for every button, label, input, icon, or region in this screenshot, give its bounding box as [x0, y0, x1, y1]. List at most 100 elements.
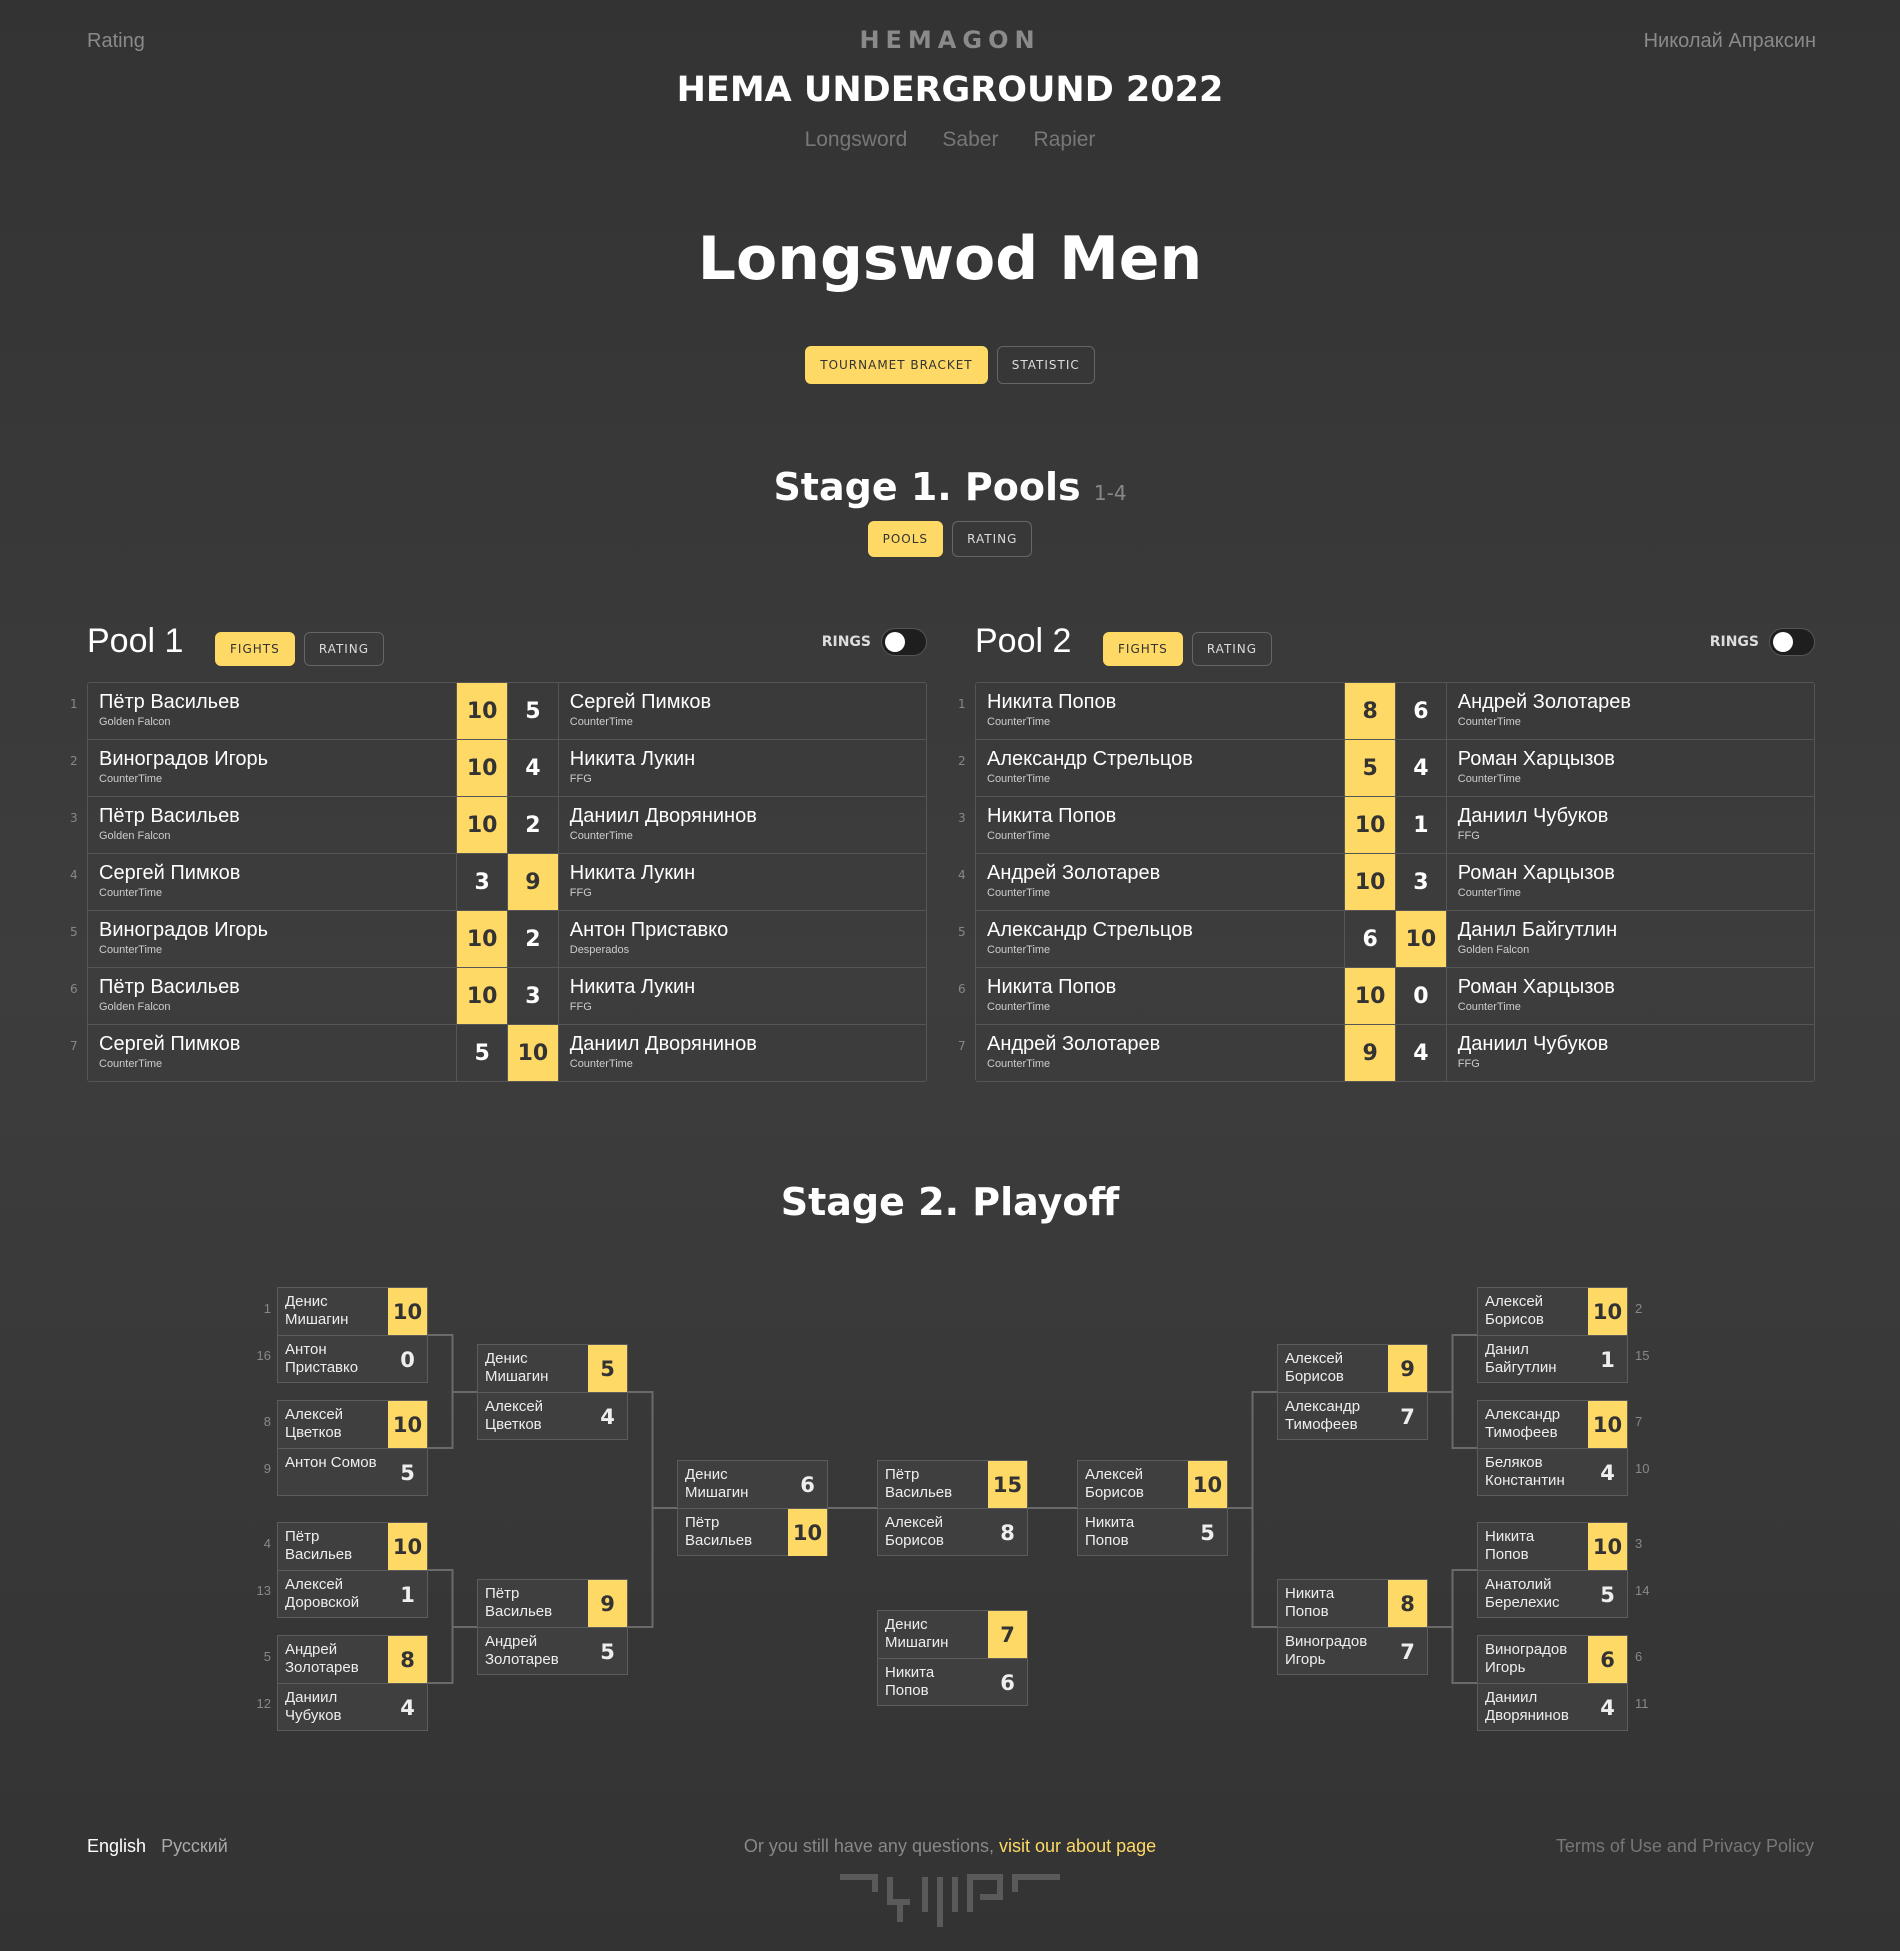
match-fighter-a[interactable]: Пётр Васильев 15 — [878, 1461, 1027, 1509]
seed-number: 14 — [1635, 1583, 1650, 1598]
match-fighter-b[interactable]: Даниил Чубуков 4 — [278, 1684, 427, 1731]
bracket-connector — [1451, 1334, 1477, 1449]
match-score: 4 — [1600, 1460, 1615, 1485]
match-fighter-a[interactable]: Алексей Борисов 10 — [1478, 1288, 1627, 1336]
match-fighter-b[interactable]: Беляков Константин 4 — [1478, 1449, 1627, 1496]
match-fighter-b[interactable]: Алексей Цветков 4 — [478, 1393, 627, 1440]
match-fighter-a[interactable]: Алексей Борисов 10 — [1078, 1461, 1227, 1509]
match-fighter-b[interactable]: Алексей Борисов 8 — [878, 1509, 1027, 1556]
match-fighter-a[interactable]: Никита Попов 10 — [1478, 1523, 1627, 1571]
match-score: 9 — [1388, 1345, 1427, 1392]
playoff-match[interactable]: Алексей Борисов 10 Никита Попов 5 — [1077, 1460, 1228, 1556]
match-fighter-a[interactable]: Александр Тимофеев 10 — [1478, 1401, 1627, 1449]
match-fighter-a[interactable]: Денис Мишагин 5 — [478, 1345, 627, 1393]
seed-number: 12 — [256, 1696, 271, 1711]
match-fighter-b[interactable]: Антон Сомов 5 — [278, 1449, 427, 1496]
match-fighter-b[interactable]: Алексей Доровской 1 — [278, 1571, 427, 1618]
match-fighter-b[interactable]: Александр Тимофеев 7 — [1278, 1393, 1427, 1440]
fighter-name: Беляков Константин — [1485, 1454, 1565, 1489]
match-fighter-b[interactable]: Антон Приставко 0 — [278, 1336, 427, 1383]
playoff-match[interactable]: Пётр Васильев 10 Алексей Доровской 1 — [277, 1522, 428, 1618]
match-score: 10 — [788, 1509, 827, 1556]
fighter-name: Алексей Борисов — [1285, 1350, 1344, 1385]
match-fighter-a[interactable]: Денис Мишагин 7 — [878, 1611, 1027, 1659]
fighter-name: Денис Мишагин — [885, 1616, 949, 1651]
fighter-name: Никита Попов — [1085, 1514, 1135, 1549]
about-page-link[interactable]: visit our about page — [999, 1836, 1156, 1856]
playoff-match[interactable]: Пётр Васильев 15 Алексей Борисов 8 — [877, 1460, 1028, 1556]
match-score: 6 — [800, 1472, 815, 1497]
fighter-name: Виноградов Игорь — [1285, 1633, 1368, 1668]
match-fighter-a[interactable]: Андрей Золотарев 8 — [278, 1636, 427, 1684]
match-score: 5 — [600, 1639, 615, 1664]
match-fighter-a[interactable]: Алексей Цветков 10 — [278, 1401, 427, 1449]
bracket-connector — [628, 1391, 654, 1628]
playoff-match[interactable]: Алексей Борисов 10 Данил Байгутлин 1 — [1477, 1287, 1628, 1383]
match-fighter-a[interactable]: Виноградов Игорь 6 — [1478, 1636, 1627, 1684]
fighter-name: Даниил Дворянинов — [1485, 1689, 1569, 1724]
fighter-name: Алексей Цветков — [485, 1398, 544, 1433]
fighter-name: Александр Тимофеев — [1285, 1398, 1361, 1433]
match-fighter-b[interactable]: Даниил Дворянинов 4 — [1478, 1684, 1627, 1731]
match-fighter-b[interactable]: Виноградов Игорь 7 — [1278, 1628, 1427, 1675]
seed-number: 10 — [1635, 1461, 1650, 1476]
playoff-match[interactable]: Алексей Борисов 9 Александр Тимофеев 7 — [1277, 1344, 1428, 1440]
playoff-match[interactable]: Никита Попов 10 Анатолий Берелехис 5 — [1477, 1522, 1628, 1618]
terms-link[interactable]: Terms of Use and Privacy Policy — [1556, 1836, 1814, 1857]
playoff-match[interactable]: Денис Мишагин 7 Никита Попов 6 — [877, 1610, 1028, 1706]
match-fighter-a[interactable]: Денис Мишагин 6 — [678, 1461, 827, 1509]
match-score: 5 — [400, 1460, 415, 1485]
match-score: 15 — [988, 1461, 1027, 1508]
match-score: 10 — [388, 1288, 427, 1335]
playoff-match[interactable]: Алексей Цветков 10 Антон Сомов 5 — [277, 1400, 428, 1496]
match-fighter-b[interactable]: Андрей Золотарев 5 — [478, 1628, 627, 1675]
seed-number: 11 — [1635, 1696, 1649, 1711]
match-fighter-a[interactable]: Пётр Васильев 10 — [278, 1523, 427, 1571]
fighter-name: Денис Мишагин — [285, 1293, 349, 1328]
match-score: 4 — [400, 1695, 415, 1720]
footer-question-text: Or you still have any questions, — [743, 1836, 1000, 1856]
seed-number: 2 — [1635, 1301, 1643, 1316]
match-score: 8 — [388, 1636, 427, 1683]
match-score: 6 — [1588, 1636, 1627, 1683]
match-score: 4 — [1600, 1695, 1615, 1720]
fighter-name: Никита Попов — [1485, 1528, 1535, 1563]
match-fighter-b[interactable]: Пётр Васильев 10 — [678, 1509, 827, 1556]
match-fighter-b[interactable]: Никита Попов 5 — [1078, 1509, 1227, 1556]
match-score: 8 — [1000, 1520, 1015, 1545]
seed-number: 9 — [263, 1461, 271, 1476]
playoff-match[interactable]: Александр Тимофеев 10 Беляков Константин 4 — [1477, 1400, 1628, 1496]
fighter-name: Алексей Доровской — [285, 1576, 360, 1611]
fighter-name: Андрей Золотарев — [485, 1633, 559, 1668]
match-fighter-b[interactable]: Анатолий Берелехис 5 — [1478, 1571, 1627, 1618]
playoff-match[interactable]: Никита Попов 8 Виноградов Игорь 7 — [1277, 1579, 1428, 1675]
playoff-match[interactable]: Денис Мишагин 5 Алексей Цветков 4 — [477, 1344, 628, 1440]
playoff-match[interactable]: Пётр Васильев 9 Андрей Золотарев 5 — [477, 1579, 628, 1675]
match-score: 10 — [388, 1401, 427, 1448]
seed-number: 4 — [263, 1536, 271, 1551]
fighter-name: Данил Байгутлин — [1485, 1341, 1557, 1376]
seed-number: 7 — [1635, 1414, 1643, 1429]
bracket-connector — [428, 1334, 454, 1449]
match-fighter-a[interactable]: Никита Попов 8 — [1278, 1580, 1427, 1628]
fighter-name: Пётр Васильев — [885, 1466, 953, 1501]
seed-number: 15 — [1635, 1348, 1650, 1363]
match-fighter-b[interactable]: Никита Попов 6 — [878, 1659, 1027, 1706]
fighter-name: Антон Сомов — [285, 1454, 377, 1471]
playoff-match[interactable]: Денис Мишагин 6 Пётр Васильев 10 — [677, 1460, 828, 1556]
playoff-match[interactable]: Андрей Золотарев 8 Даниил Чубуков 4 — [277, 1635, 428, 1731]
playoff-match[interactable]: Денис Мишагин 10 Антон Приставко 0 — [277, 1287, 428, 1383]
match-score: 1 — [1600, 1347, 1615, 1372]
match-fighter-a[interactable]: Денис Мишагин 10 — [278, 1288, 427, 1336]
fighter-name: Пётр Васильев — [285, 1528, 353, 1563]
fighter-name: Алексей Цветков — [285, 1406, 344, 1441]
match-fighter-a[interactable]: Пётр Васильев 9 — [478, 1580, 627, 1628]
playoff-match[interactable]: Виноградов Игорь 6 Даниил Дворянинов 4 — [1477, 1635, 1628, 1731]
match-fighter-a[interactable]: Алексей Борисов 9 — [1278, 1345, 1427, 1393]
bracket-connector — [1251, 1391, 1277, 1628]
match-fighter-b[interactable]: Данил Байгутлин 1 — [1478, 1336, 1627, 1383]
fighter-name: Пётр Васильев — [685, 1514, 753, 1549]
seed-number: 8 — [263, 1414, 271, 1429]
bracket-connector — [428, 1569, 454, 1684]
match-score: 10 — [388, 1523, 427, 1570]
